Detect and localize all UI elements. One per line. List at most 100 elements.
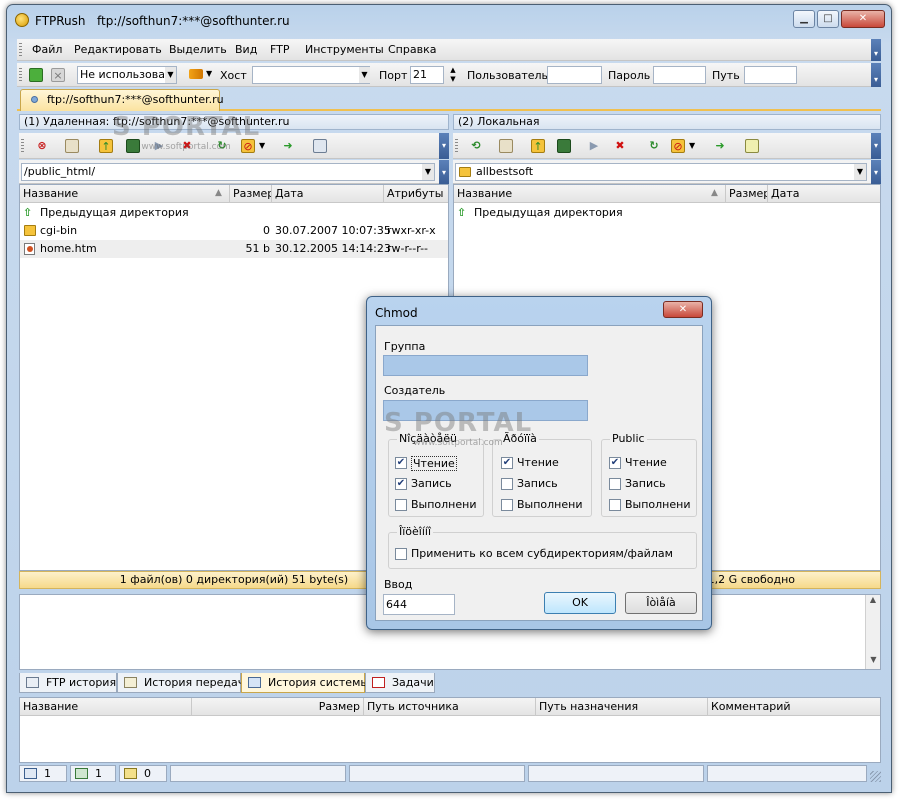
tab-transfer-history[interactable]: История передачи xyxy=(117,673,251,693)
remote-delete-icon[interactable]: ✖ xyxy=(180,139,194,153)
remote-path-chevron[interactable]: ▾ xyxy=(439,160,449,184)
menu-help[interactable]: Справка xyxy=(388,43,436,56)
quick-connect-grip[interactable] xyxy=(19,68,22,82)
public-read-checkbox[interactable]: ✔ xyxy=(609,457,621,469)
tab-tasks[interactable]: Задачи xyxy=(365,673,435,693)
queue-col-comment[interactable]: Комментарий xyxy=(708,698,880,716)
password-input[interactable] xyxy=(653,66,706,84)
ok-button[interactable]: OK xyxy=(544,592,616,614)
proxy-select[interactable]: Не использовать xyxy=(77,66,177,84)
local-col-size[interactable]: Размер xyxy=(726,185,768,203)
tab-ftp-history[interactable]: FTP история xyxy=(19,673,117,693)
local-toolbar-chevron[interactable]: ▾ xyxy=(871,133,881,159)
session-tab[interactable]: ftp://softhun7:***@softhunter.ru xyxy=(20,89,224,111)
remote-upload-icon[interactable]: ➜ xyxy=(281,139,295,153)
group-exec-checkbox[interactable] xyxy=(501,499,513,511)
local-row-parent[interactable]: ⇧ Предыдущая директория xyxy=(454,204,880,222)
port-spinner[interactable]: ▲ ▼ xyxy=(448,66,458,84)
remote-col-attrs[interactable]: Атрибуты xyxy=(384,185,448,203)
remote-col-date[interactable]: Дата xyxy=(272,185,384,203)
close-button[interactable]: ✕ xyxy=(841,10,885,28)
minimize-button[interactable]: ▁ xyxy=(793,10,815,28)
menu-edit[interactable]: Редактировать xyxy=(74,43,162,56)
quick-connect-overflow-chevron[interactable]: ▾ xyxy=(871,63,881,87)
menu-select[interactable]: Выделить xyxy=(169,43,227,56)
remote-col-name[interactable]: Название ▲ xyxy=(20,185,230,203)
local-toolbar-grip[interactable] xyxy=(455,139,458,153)
local-parent-folder-icon[interactable]: ↑ xyxy=(531,139,545,153)
remote-refresh-icon[interactable] xyxy=(65,139,79,153)
local-path-chevron[interactable]: ▾ xyxy=(871,160,881,184)
path-input[interactable] xyxy=(744,66,797,84)
chmod-value-input[interactable]: 644 xyxy=(383,594,455,615)
group-write-checkbox[interactable] xyxy=(501,478,513,490)
queue-col-source[interactable]: Путь источника xyxy=(364,698,536,716)
remote-toolbar-chevron[interactable]: ▾ xyxy=(439,133,449,159)
remote-row-parent[interactable]: ⇧ Предыдущая директория xyxy=(20,204,448,222)
owner-write-checkbox[interactable]: ✔ xyxy=(395,478,407,490)
host-input[interactable] xyxy=(252,66,370,84)
local-delete-icon[interactable]: ✖ xyxy=(613,139,627,153)
maximize-button[interactable]: □ xyxy=(817,10,839,28)
remote-stop-dropdown-arrow[interactable]: ▼ xyxy=(259,141,265,150)
owner-input[interactable] xyxy=(383,400,588,421)
menu-tools[interactable]: Инструменты xyxy=(305,43,384,56)
local-path-dropdown-arrow[interactable]: ▼ xyxy=(854,164,866,180)
local-bookmark-icon[interactable] xyxy=(557,139,571,153)
local-stop-icon[interactable]: ⊘ xyxy=(671,139,685,153)
resize-grip[interactable] xyxy=(870,771,881,782)
local-path-input[interactable]: allbestsoft xyxy=(455,163,867,181)
remote-bookmark-icon[interactable] xyxy=(126,139,140,153)
local-copy-icon[interactable] xyxy=(499,139,513,153)
connect-plug-icon[interactable] xyxy=(189,69,203,79)
public-exec-checkbox[interactable] xyxy=(609,499,621,511)
menu-overflow-chevron[interactable]: ▾ xyxy=(871,39,881,61)
menu-view[interactable]: Вид xyxy=(235,43,257,56)
local-sync-icon[interactable]: ↻ xyxy=(647,139,661,153)
remote-console-icon[interactable] xyxy=(313,139,327,153)
recursive-checkbox[interactable] xyxy=(395,548,407,560)
local-notes-icon[interactable] xyxy=(745,139,759,153)
remote-parent-folder-icon[interactable]: ↑ xyxy=(99,139,113,153)
remote-row-home-htm[interactable]: home.htm 51 b 30.12.2005 14:14:23 rw-r--… xyxy=(20,240,448,258)
owner-exec-checkbox[interactable] xyxy=(395,499,407,511)
local-col-name[interactable]: Название ▲ xyxy=(454,185,726,203)
remote-transfer-icon[interactable]: ▶ xyxy=(152,139,166,153)
remote-col-size[interactable]: Размер xyxy=(230,185,272,203)
tab-system-history[interactable]: История системы xyxy=(241,673,369,693)
log-scrollbar[interactable]: ▲ ▼ xyxy=(865,595,880,669)
cancel-button[interactable]: Îòìåíà xyxy=(625,592,697,614)
remote-path-input[interactable]: /public_html/ xyxy=(21,163,435,181)
dialog-close-button[interactable]: ✕ xyxy=(663,301,703,318)
host-dropdown-arrow[interactable]: ▼ xyxy=(359,67,370,83)
user-input[interactable] xyxy=(547,66,602,84)
queue-col-size[interactable]: Размер xyxy=(192,698,364,716)
queue-col-name[interactable]: Название xyxy=(20,698,192,716)
owner-read-checkbox[interactable]: ✔ xyxy=(395,457,407,469)
local-col-date[interactable]: Дата xyxy=(768,185,880,203)
group-input[interactable] xyxy=(383,355,588,376)
local-refresh-icon[interactable]: ⟲ xyxy=(469,139,483,153)
remote-sync-icon[interactable]: ↻ xyxy=(215,139,229,153)
remote-disconnect-icon[interactable]: ⊗ xyxy=(35,139,49,153)
remote-row-cgi-bin[interactable]: cgi-bin 0 30.07.2007 10:07:35 rwxr-xr-x xyxy=(20,222,448,240)
remote-toolbar-grip[interactable] xyxy=(21,139,24,153)
proxy-dropdown-arrow[interactable]: ▼ xyxy=(165,67,176,83)
remote-stop-icon[interactable]: ⊘ xyxy=(241,139,255,153)
remote-path-dropdown-arrow[interactable]: ▼ xyxy=(422,164,434,180)
local-stop-dropdown-arrow[interactable]: ▼ xyxy=(689,141,695,150)
disconnect-icon[interactable]: × xyxy=(51,68,65,82)
new-session-icon[interactable] xyxy=(29,68,43,82)
menu-grip[interactable] xyxy=(19,43,22,57)
group-read-checkbox[interactable]: ✔ xyxy=(501,457,513,469)
title-bar[interactable]: FTPRush ftp://softhun7:***@softhunter.ru… xyxy=(7,5,891,35)
local-transfer-icon[interactable]: ▶ xyxy=(587,139,601,153)
local-upload-icon[interactable]: ➜ xyxy=(713,139,727,153)
connect-dropdown-arrow[interactable]: ▼ xyxy=(206,69,212,78)
menu-file[interactable]: Файл xyxy=(32,43,62,56)
port-input[interactable]: 21 xyxy=(410,66,444,84)
up-arrow-icon: ⇧ xyxy=(457,206,467,219)
queue-col-dest[interactable]: Путь назначения xyxy=(536,698,708,716)
menu-ftp[interactable]: FTP xyxy=(270,43,290,56)
public-write-checkbox[interactable] xyxy=(609,478,621,490)
